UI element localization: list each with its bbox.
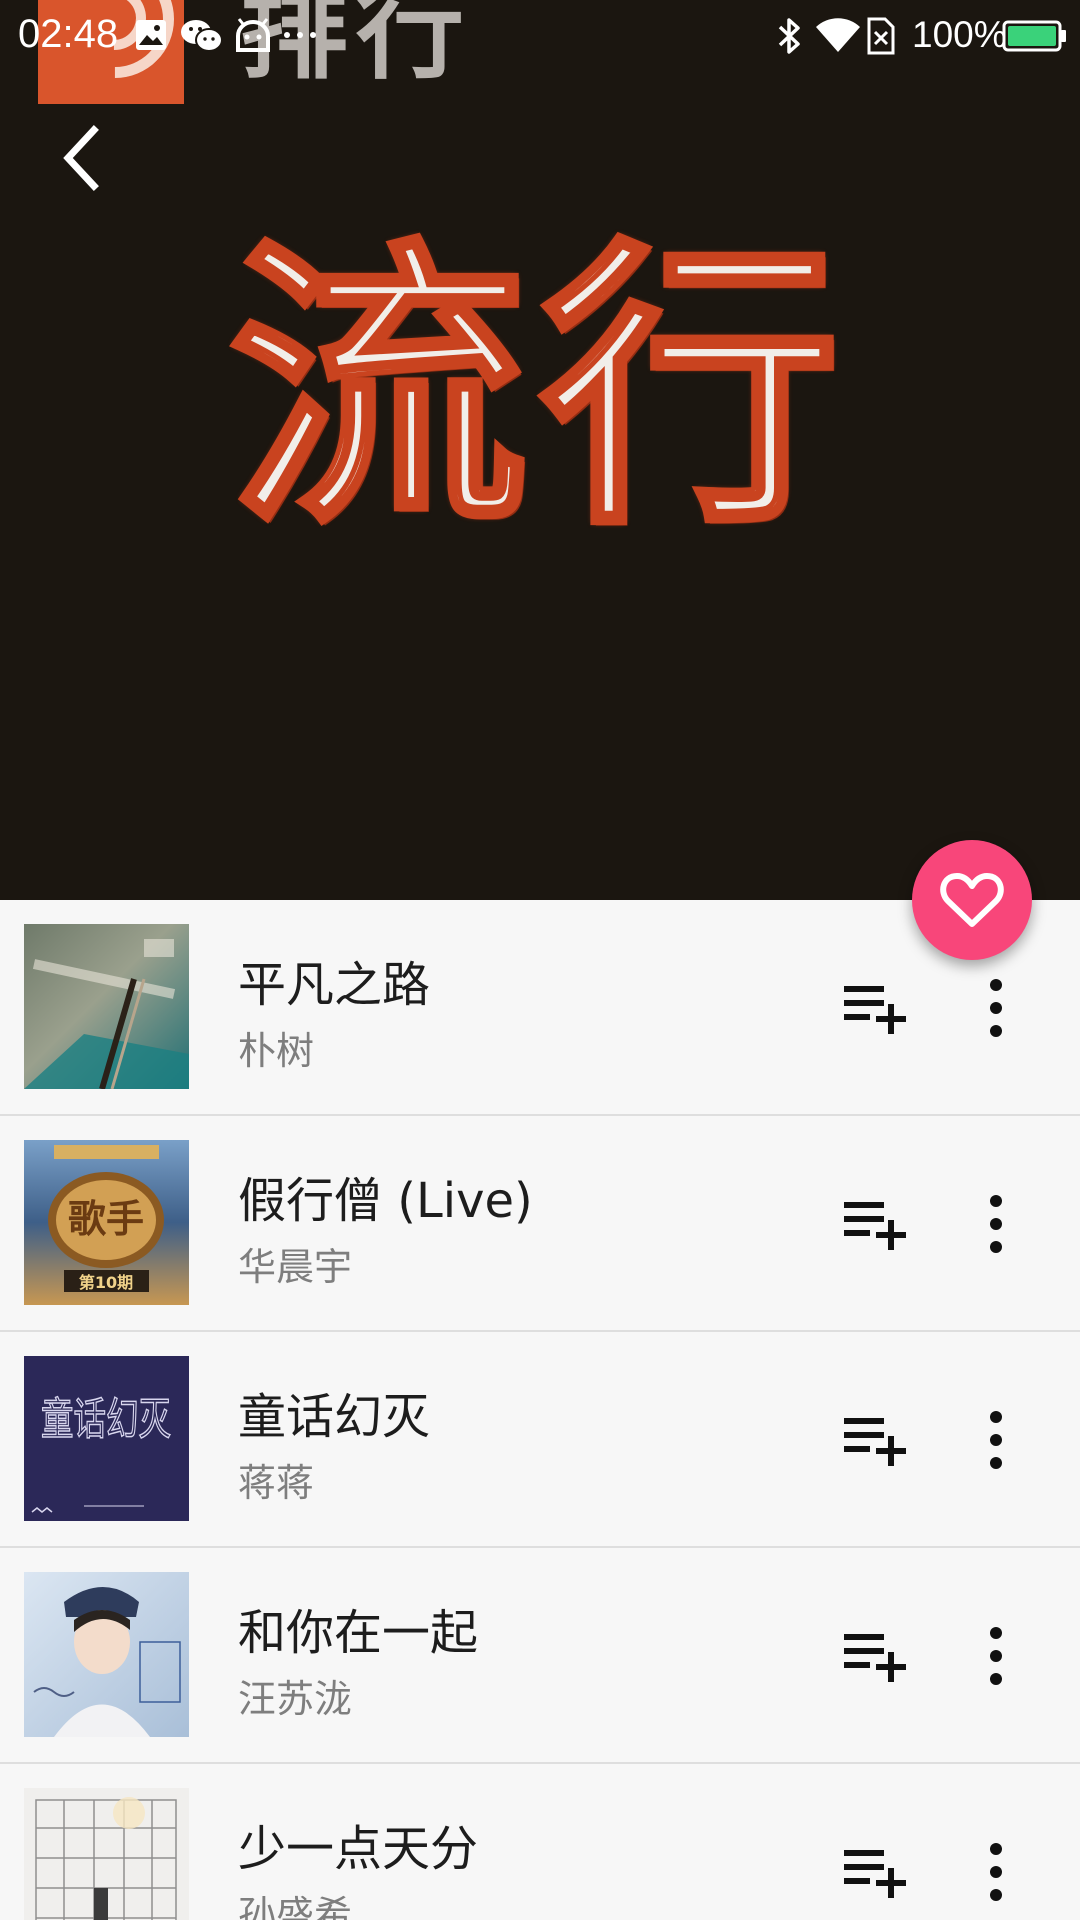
song-artist: 孙盛希: [238, 1893, 353, 1920]
song-title: 假行僧 (Live): [238, 1173, 533, 1229]
more-vertical-icon[interactable]: [976, 1839, 1016, 1905]
gallery-icon: [136, 20, 166, 50]
playlist-add-icon[interactable]: [842, 1628, 908, 1684]
song-title: 平凡之路: [238, 957, 431, 1013]
song-row[interactable]: 平凡之路 朴树: [0, 900, 1080, 1116]
song-list: 平凡之路 朴树 歌手 第10期 假行僧 (Live) 华晨宇 童话幻灭 童话幻灭…: [0, 900, 1080, 1920]
song-artist: 蒋蒋: [238, 1461, 315, 1505]
song-artist: 朴树: [238, 1029, 315, 1073]
favorite-button[interactable]: [912, 840, 1032, 960]
back-button[interactable]: [48, 118, 116, 198]
screen: 排行 流行 02:48 100% 平凡之路 朴树 歌手 第10期 假行僧 (Li…: [0, 0, 1080, 1920]
cover-2-text-1: 歌手: [68, 1197, 144, 1241]
more-vertical-icon[interactable]: [976, 975, 1016, 1041]
album-cover: 歌手 第10期: [24, 1140, 189, 1305]
cover-3-text: 童话幻灭: [41, 1394, 171, 1445]
battery-percent: 100%: [912, 14, 1007, 55]
album-cover: [24, 1788, 189, 1920]
android-icon: [236, 18, 270, 52]
more-vertical-icon[interactable]: [976, 1191, 1016, 1257]
chart-cover-header: 排行 流行: [0, 0, 1080, 900]
song-row[interactable]: 童话幻灭 童话幻灭 蒋蒋: [0, 1332, 1080, 1548]
cover-title: 流行: [226, 215, 852, 564]
playlist-add-icon[interactable]: [842, 980, 908, 1036]
album-cover: [24, 1572, 189, 1737]
cover-2-text-2: 第10期: [79, 1273, 133, 1292]
no-sim-icon: [867, 17, 895, 55]
album-cover: 童话幻灭: [24, 1356, 189, 1521]
song-row[interactable]: 少一点天分 孙盛希: [0, 1764, 1080, 1920]
more-vertical-icon[interactable]: [976, 1623, 1016, 1689]
status-bar: 02:48 100%: [0, 0, 1080, 72]
song-row[interactable]: 和你在一起 汪苏泷: [0, 1548, 1080, 1764]
song-title: 童话幻灭: [238, 1389, 431, 1445]
playlist-add-icon[interactable]: [842, 1844, 908, 1900]
song-row[interactable]: 歌手 第10期 假行僧 (Live) 华晨宇: [0, 1116, 1080, 1332]
song-title: 和你在一起: [238, 1605, 479, 1661]
heart-outline-icon: [940, 873, 1004, 927]
playlist-add-icon[interactable]: [842, 1412, 908, 1468]
wifi-icon: [816, 18, 860, 52]
playlist-add-icon[interactable]: [842, 1196, 908, 1252]
song-artist: 汪苏泷: [238, 1677, 353, 1721]
wechat-icon: [181, 20, 223, 52]
more-vertical-icon[interactable]: [976, 1407, 1016, 1473]
song-artist: 华晨宇: [238, 1245, 353, 1289]
battery-icon: [1002, 20, 1066, 52]
bluetooth-icon: [778, 18, 800, 54]
more-dots-icon: [284, 32, 316, 38]
album-cover: [24, 924, 189, 1089]
status-time: 02:48: [18, 12, 119, 56]
song-title: 少一点天分: [238, 1821, 479, 1877]
